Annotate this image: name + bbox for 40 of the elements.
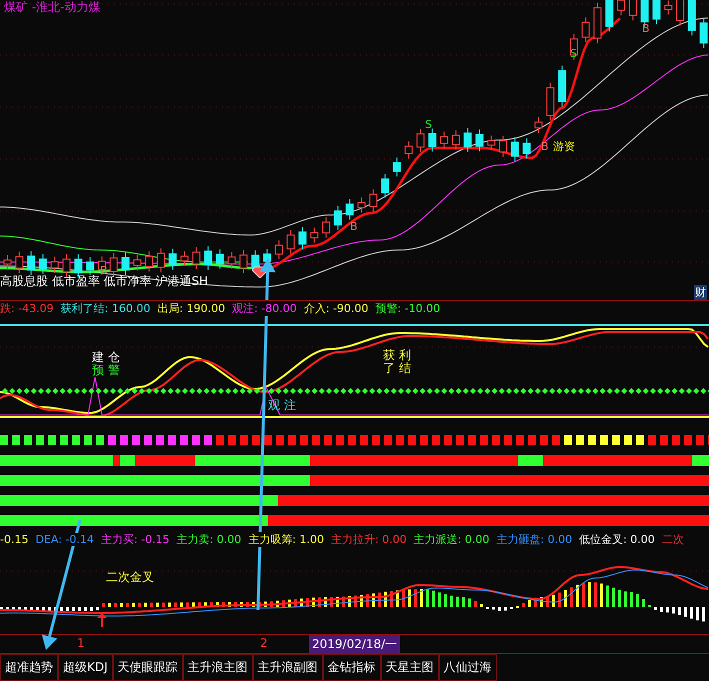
- indicator-readout: 主力买: -0.15: [100, 532, 170, 547]
- axis-label: 2: [260, 636, 268, 650]
- indicator-readout: 主力吸筹: 1.00: [248, 532, 324, 547]
- indicator-tab[interactable]: 天星主图: [380, 654, 439, 681]
- indicator-tab[interactable]: 超准趋势: [0, 654, 58, 681]
- indicator-readout: DEA: -0.14: [35, 532, 94, 546]
- indicator-readout: 主力拉升: 0.00: [330, 532, 407, 547]
- indicator-readout: 介入: -90.00: [304, 301, 368, 316]
- indicator-readout: 主力砸盘: 0.00: [496, 532, 572, 547]
- axis-label: 1: [77, 636, 85, 650]
- signal-label: 建 仓: [92, 350, 120, 364]
- indicator-tab[interactable]: 八仙过海: [438, 654, 497, 681]
- signal-label: B: [350, 220, 358, 233]
- cursor-date: 2019/02/18/一: [309, 635, 400, 654]
- indicator-readout: -0.15: [0, 532, 28, 546]
- indicator-readout: 观注: -80.00: [232, 301, 297, 316]
- indicator-readout: 获利了结: 160.00: [60, 301, 150, 316]
- indicator-readout: 主力卖: 0.00: [176, 532, 242, 547]
- indicator-readout: 出局: 190.00: [157, 301, 226, 316]
- corner-badge: 财: [694, 285, 707, 300]
- signal-label: 获 利: [383, 348, 411, 362]
- signal-label: B: [541, 140, 549, 153]
- signal-label: B: [100, 264, 108, 277]
- signal-label: 了 结: [383, 360, 411, 375]
- signal-label: 预 警: [92, 362, 120, 377]
- indicator-tab[interactable]: 超级KDJ: [58, 654, 113, 681]
- signal-label: 二次金叉: [106, 569, 154, 586]
- indicator-readout: 二次: [662, 532, 684, 547]
- indicator-readout: 低位金叉: 0.00: [579, 532, 655, 547]
- indicator-tab[interactable]: 金钻指标: [322, 654, 381, 681]
- indicator-readout: 跌: -43.09: [0, 301, 54, 316]
- indicator-readout: 预警: -10.00: [375, 301, 440, 316]
- indicator-tab[interactable]: 天使眼跟踪: [112, 654, 183, 681]
- window-title: 煤矿 -淮北-动力煤: [4, 0, 100, 14]
- signal-label: B: [642, 22, 650, 35]
- signal-label: S: [425, 118, 432, 131]
- indicator-tab[interactable]: 主升浪副图: [252, 654, 323, 681]
- signal-label: 游资: [553, 140, 575, 153]
- indicator-tab[interactable]: 主升浪主图: [182, 654, 253, 681]
- indicator-readout: 主力派送: 0.00: [414, 532, 490, 547]
